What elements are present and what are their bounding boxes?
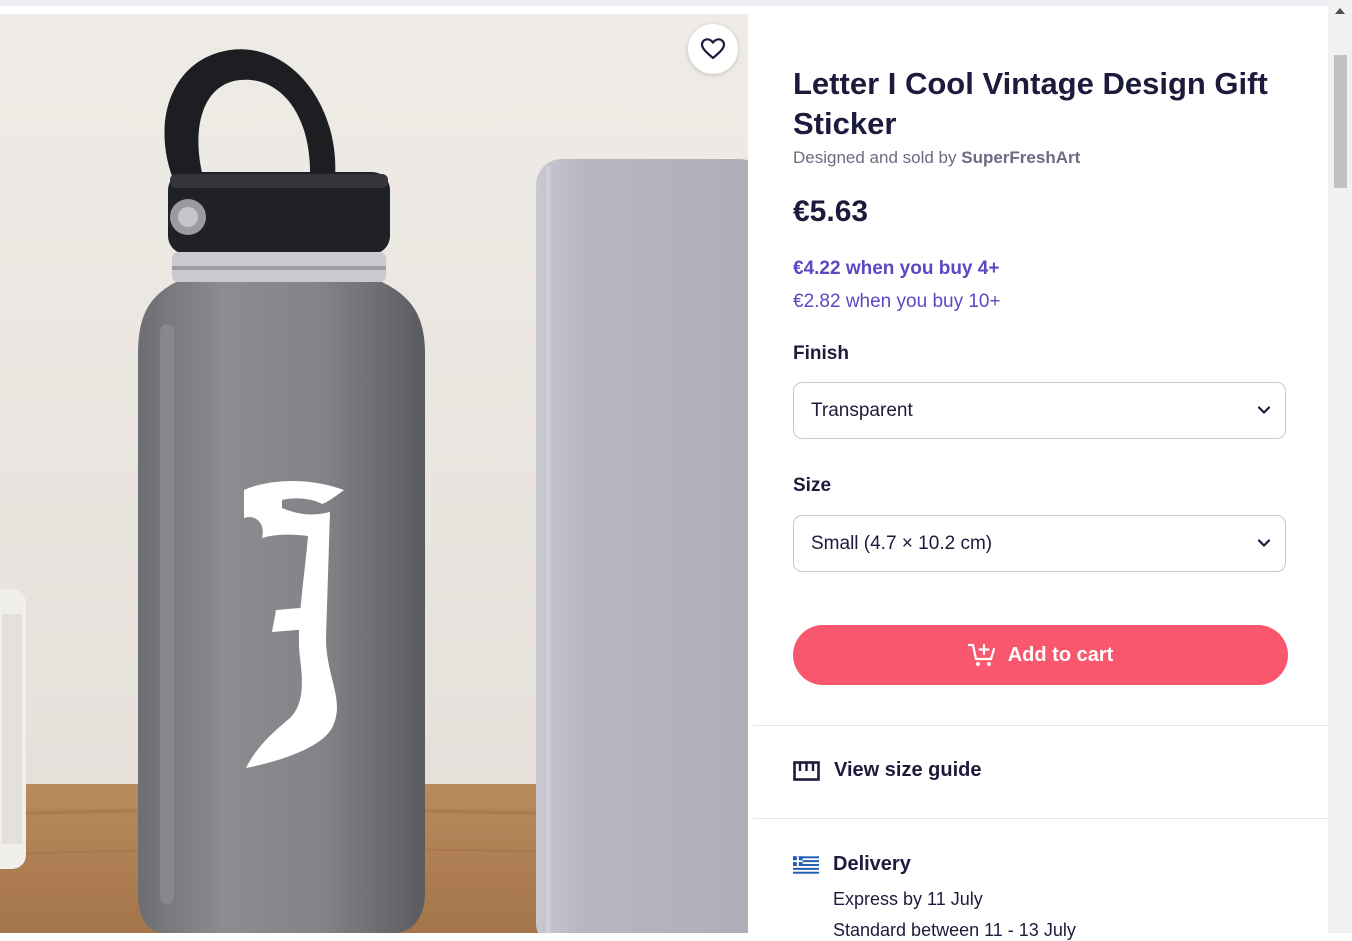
- chevron-down-icon: [1257, 539, 1271, 548]
- divider: [753, 818, 1328, 819]
- byline-prefix: Designed and sold by: [793, 148, 957, 167]
- finish-label: Finish: [793, 343, 849, 364]
- delivery-standard: Standard between 11 - 13 July: [833, 920, 1076, 940]
- delivery-heading: Delivery: [793, 853, 911, 876]
- product-title: Letter I Cool Vintage Design Gift Sticke…: [793, 66, 1268, 141]
- size-value: Small (4.7 × 10.2 cm): [811, 532, 993, 554]
- byline: Designed and sold by SuperFreshArt: [793, 148, 1080, 168]
- product-details-panel: Letter I Cool Vintage Design Gift Sticke…: [753, 14, 1328, 940]
- finish-select[interactable]: Transparent: [793, 382, 1286, 439]
- size-label: Size: [793, 475, 832, 496]
- add-to-cart-label: Add to cart: [1007, 643, 1114, 666]
- cart-plus-icon: [967, 643, 995, 666]
- size-guide-label: View size guide: [834, 759, 982, 781]
- size-select[interactable]: Small (4.7 × 10.2 cm): [793, 515, 1286, 572]
- favorite-button[interactable]: [688, 24, 738, 74]
- delivery-title: Delivery: [833, 853, 911, 875]
- product-image: [0, 14, 748, 933]
- add-to-cart-button[interactable]: Add to cart: [793, 625, 1288, 685]
- delivery-express: Express by 11 July: [833, 889, 983, 909]
- greek-flag-icon: [793, 855, 819, 874]
- artist-link[interactable]: SuperFreshArt: [961, 148, 1080, 167]
- heart-icon: [700, 38, 726, 60]
- chevron-down-icon: [1257, 406, 1271, 415]
- finish-value: Transparent: [811, 399, 913, 421]
- ruler-icon: [793, 760, 820, 781]
- scroll-up-arrow-icon[interactable]: [1335, 8, 1345, 14]
- scrollbar-thumb[interactable]: [1334, 55, 1347, 188]
- top-strip: [0, 0, 1352, 14]
- bulk-price-tier: €4.22 when you buy 4+: [793, 258, 1000, 279]
- divider: [753, 725, 1328, 726]
- size-guide-link[interactable]: View size guide: [793, 759, 981, 782]
- scrollbar[interactable]: [1328, 0, 1352, 933]
- product-price: €5.63: [793, 195, 869, 228]
- bulk-price-tier: €2.82 when you buy 10+: [793, 291, 1001, 312]
